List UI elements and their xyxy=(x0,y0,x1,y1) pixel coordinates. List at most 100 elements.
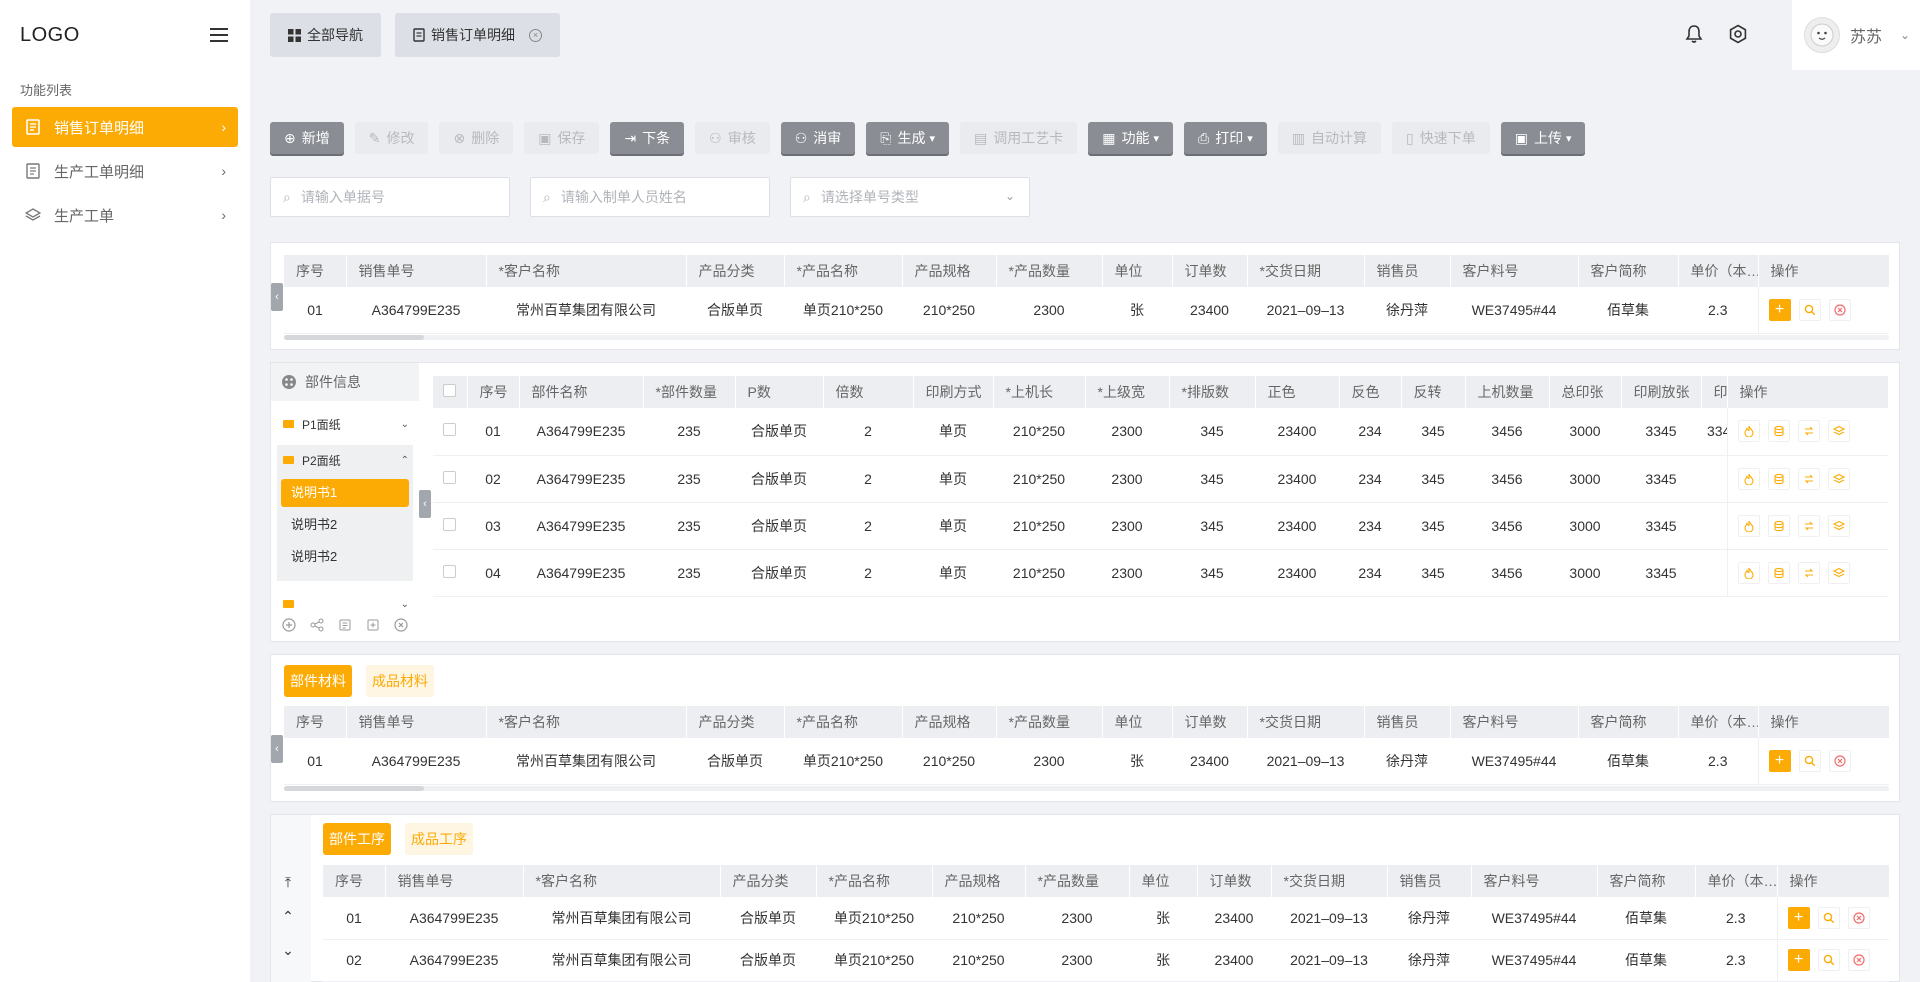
sidebar-item-production-order[interactable]: 生产工单 › xyxy=(12,195,238,235)
next-button[interactable]: ⇥ 下条 xyxy=(610,122,685,154)
table-row[interactable]: 03 A364799E235 235 合版单页 2 单页 210*250 2300 345 234… xyxy=(433,502,1888,550)
tree-leaf-item[interactable]: 说明书1 xyxy=(281,479,409,507)
search-icon[interactable] xyxy=(1817,906,1840,929)
layers-icon[interactable] xyxy=(1827,561,1850,584)
close-icon[interactable]: × xyxy=(529,28,542,42)
copy-icon[interactable] xyxy=(337,617,353,633)
delete-circle-icon[interactable] xyxy=(1828,298,1851,321)
creator-field[interactable] xyxy=(560,189,741,205)
database-icon[interactable] xyxy=(1767,420,1790,443)
add-row-button[interactable]: + xyxy=(1768,298,1791,321)
table-row[interactable]: 04 A364799E235 235 合版单页 2 单页 210*250 2300 345 234… xyxy=(433,549,1888,597)
tab-part-processes[interactable]: 部件工序 xyxy=(323,823,391,855)
order-type-select[interactable]: ⌕ ⌄ xyxy=(790,177,1030,217)
delete-button[interactable]: ⊗ 删除 xyxy=(439,122,514,154)
quick-order-button[interactable]: ▯ 快速下单 xyxy=(1392,122,1490,154)
table-cell: 常州百草集团有限公司 xyxy=(486,738,686,785)
order-type-field[interactable] xyxy=(820,189,1001,205)
move-to-top-icon[interactable]: ⤒ xyxy=(273,870,303,894)
user-menu[interactable]: 苏苏 ⌄ xyxy=(1792,0,1920,70)
table-cell: 345 xyxy=(1401,455,1465,503)
toolbar: ⊕ 新增 ✎ 修改 ⊗ 删除 ▣ 保存 ⇥ 下条 ⚇ 审核 ⚇ 消审 ⎘ 生成 ▾ ▤ 调用工艺卡 … xyxy=(270,122,1596,154)
sidebar-item-production-order-detail[interactable]: 生产工单明细 › xyxy=(12,151,238,191)
table-row[interactable]: 02 A364799E235 235 合版单页 2 单页 210*250 2300 345 234… xyxy=(433,455,1888,503)
row-select-cell xyxy=(433,455,467,503)
row-checkbox[interactable] xyxy=(443,517,456,531)
add-circle-icon[interactable] xyxy=(281,617,297,633)
fire-icon[interactable] xyxy=(1737,420,1760,443)
process-card-button[interactable]: ▤ 调用工艺卡 xyxy=(960,122,1078,154)
move-up-icon[interactable]: ⌃ xyxy=(273,904,303,928)
row-reorder-buttons: ⤒ ⌃ ⌄ xyxy=(273,870,303,972)
add-square-icon[interactable] xyxy=(365,617,381,633)
database-icon[interactable] xyxy=(1767,561,1790,584)
tree-node-p1[interactable]: P1面纸 ⌄ xyxy=(271,409,419,439)
generate-button[interactable]: ⎘ 生成 ▾ xyxy=(866,122,950,154)
swap-icon[interactable] xyxy=(1797,561,1820,584)
delete-circle-icon[interactable] xyxy=(1847,906,1870,929)
order-no-field[interactable] xyxy=(300,189,481,205)
swap-icon[interactable] xyxy=(1797,420,1820,443)
unapprove-button[interactable]: ⚇ 消审 xyxy=(780,122,856,154)
edit-button[interactable]: ✎ 修改 xyxy=(354,122,429,154)
print-button[interactable]: ⎙ 打印 ▾ xyxy=(1184,122,1267,154)
layers-icon[interactable] xyxy=(1827,514,1850,537)
search-icon[interactable] xyxy=(1798,298,1821,321)
auto-calculate-button[interactable]: ▥ 自动计算 xyxy=(1277,122,1381,154)
delete-circle-icon[interactable] xyxy=(1847,949,1870,971)
add-row-button[interactable]: + xyxy=(1768,749,1791,772)
horizontal-scrollbar[interactable] xyxy=(284,786,424,791)
table-row[interactable]: 01 A364799E235 235 合版单页 2 单页 210*250 2300 345 234… xyxy=(433,408,1888,456)
collapse-left-icon[interactable]: ‹ xyxy=(419,490,431,518)
sidebar-item-sales-order-detail[interactable]: 销售订单明细 › xyxy=(12,107,238,147)
tab-part-materials[interactable]: 部件材料 xyxy=(284,665,352,697)
move-down-icon[interactable]: ⌄ xyxy=(273,938,303,962)
collapse-left-icon[interactable]: ‹ xyxy=(271,283,283,311)
row-checkbox[interactable] xyxy=(443,470,456,484)
table-row[interactable]: 01 A364799E235 常州百草集团有限公司 合版单页 单页210*250 210*… xyxy=(284,738,1889,785)
tree-leaf-item[interactable]: 说明书2 xyxy=(281,543,409,571)
order-no-search-input[interactable]: ⌕ xyxy=(270,177,510,217)
hamburger-menu-icon[interactable] xyxy=(210,28,228,42)
add-button[interactable]: ⊕ 新增 xyxy=(270,122,344,154)
bell-icon[interactable] xyxy=(1685,24,1705,44)
share-icon[interactable] xyxy=(309,617,325,633)
search-icon[interactable] xyxy=(1817,949,1840,971)
row-checkbox[interactable] xyxy=(443,423,456,437)
delete-circle-icon[interactable] xyxy=(1828,749,1851,772)
tab-all-navigation[interactable]: 全部导航 xyxy=(270,13,381,57)
delete-circle-icon[interactable] xyxy=(393,617,409,633)
fire-icon[interactable] xyxy=(1737,467,1760,490)
add-row-button[interactable]: + xyxy=(1787,949,1810,971)
table-row[interactable]: 01 A364799E235 常州百草集团有限公司 合版单页 单页210*250 210*… xyxy=(284,287,1889,334)
layers-icon[interactable] xyxy=(1827,467,1850,490)
functions-button[interactable]: ▦ 功能 ▾ xyxy=(1088,122,1174,154)
search-icon[interactable] xyxy=(1798,749,1821,772)
save-button[interactable]: ▣ 保存 xyxy=(524,122,600,154)
swap-icon[interactable] xyxy=(1797,514,1820,537)
creator-search-input[interactable]: ⌕ xyxy=(530,177,770,217)
settings-icon[interactable] xyxy=(1728,24,1748,44)
table-row[interactable]: 02 A364799E235 常州百草集团有限公司 合版单页 单页210*250 210*… xyxy=(323,939,1889,982)
swap-icon[interactable] xyxy=(1797,467,1820,490)
fire-icon[interactable] xyxy=(1737,514,1760,537)
select-all-checkbox[interactable] xyxy=(443,384,456,397)
layers-icon[interactable] xyxy=(1827,420,1850,443)
horizontal-scrollbar[interactable] xyxy=(284,335,424,340)
table-cell: 徐丹萍 xyxy=(1387,939,1471,982)
upload-button[interactable]: ▣ 上传 ▾ xyxy=(1500,122,1586,154)
tab-sales-order-detail[interactable]: 销售订单明细 × xyxy=(395,13,560,57)
tree-node-p2[interactable]: P2面纸 ⌃ xyxy=(277,445,413,475)
database-icon[interactable] xyxy=(1767,514,1790,537)
tab-product-processes[interactable]: 成品工序 xyxy=(405,823,473,855)
add-row-button[interactable]: + xyxy=(1787,906,1810,929)
tree-leaf-item[interactable]: 说明书2 xyxy=(281,511,409,539)
column-header: P数 xyxy=(735,376,824,408)
approve-button[interactable]: ⚇ 审核 xyxy=(695,122,770,154)
fire-icon[interactable] xyxy=(1737,561,1760,584)
row-checkbox[interactable] xyxy=(443,564,456,578)
tab-product-materials[interactable]: 成品材料 xyxy=(366,665,434,697)
database-icon[interactable] xyxy=(1767,467,1790,490)
table-row[interactable]: 01 A364799E235 常州百草集团有限公司 合版单页 单页210*250 210*… xyxy=(323,897,1889,940)
collapse-left-icon[interactable]: ‹ xyxy=(271,735,283,763)
